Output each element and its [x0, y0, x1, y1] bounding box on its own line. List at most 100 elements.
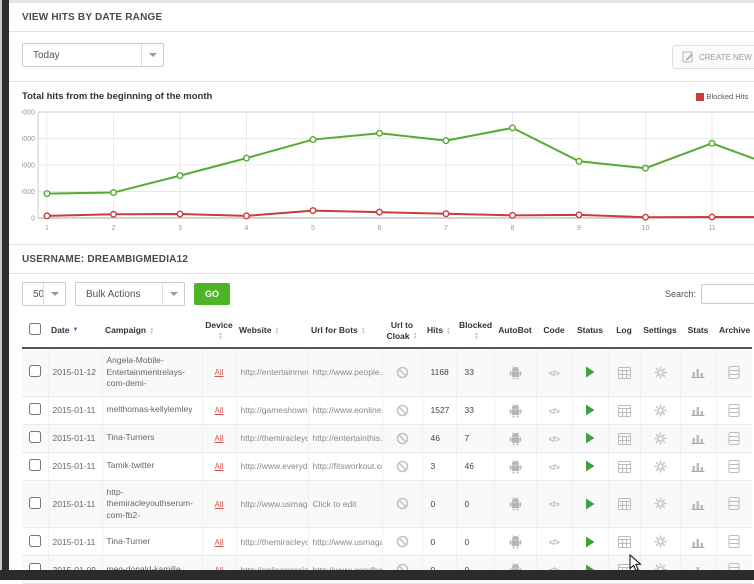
device-link[interactable]: All [215, 406, 224, 415]
cell-stats[interactable] [680, 528, 716, 556]
cell-device[interactable]: All [202, 480, 236, 527]
cell-hits: 46 [422, 424, 456, 452]
cell-autobot[interactable] [494, 528, 536, 556]
cell-archive[interactable] [716, 348, 752, 396]
cell-blocked: 46 [456, 452, 494, 480]
cell-url_to_cloak[interactable] [382, 528, 422, 556]
cell-blocked: 33 [456, 396, 494, 424]
cell-code[interactable]: </> [536, 424, 572, 452]
cell-select[interactable] [22, 396, 48, 424]
cell-autobot[interactable] [494, 452, 536, 480]
table-row: 2015-01-11Tina-TurnerAllhttp://themiracl… [22, 528, 752, 556]
cell-status[interactable] [572, 396, 608, 424]
cell-url_to_cloak[interactable] [382, 396, 422, 424]
search-input[interactable] [701, 284, 754, 304]
cell-device[interactable]: All [202, 348, 236, 396]
cell-status[interactable] [572, 480, 608, 527]
row-checkbox[interactable] [29, 459, 41, 471]
column-label: Campaign [105, 325, 146, 335]
column-header-hits[interactable]: Hits▲▼ [422, 314, 456, 348]
cell-settings[interactable] [640, 528, 680, 556]
cell-settings[interactable] [640, 396, 680, 424]
cell-log[interactable] [608, 348, 640, 396]
cell-archive[interactable] [716, 452, 752, 480]
device-link[interactable]: All [215, 368, 224, 377]
cell-archive[interactable] [716, 528, 752, 556]
column-header-campaign[interactable]: Campaign▲▼ [102, 314, 202, 348]
android-icon [509, 459, 522, 474]
cell-code[interactable]: </> [536, 452, 572, 480]
row-checkbox[interactable] [29, 535, 41, 547]
cell-status[interactable] [572, 424, 608, 452]
cell-log[interactable] [608, 396, 640, 424]
cell-autobot[interactable] [494, 348, 536, 396]
device-link[interactable]: All [215, 462, 224, 471]
date-range-select[interactable]: Today [22, 43, 164, 67]
cell-archive[interactable] [716, 396, 752, 424]
cell-status[interactable] [572, 348, 608, 396]
select-all-checkbox[interactable] [29, 323, 41, 335]
cell-log[interactable] [608, 452, 640, 480]
device-link[interactable]: All [215, 538, 224, 547]
cell-archive[interactable] [716, 424, 752, 452]
date-range-panel-title: VIEW HITS BY DATE RANGE [9, 3, 754, 32]
play-icon [585, 366, 595, 378]
cell-device[interactable]: All [202, 424, 236, 452]
cell-url_to_cloak[interactable] [382, 480, 422, 527]
cell-code[interactable]: </> [536, 348, 572, 396]
cell-code[interactable]: </> [536, 528, 572, 556]
cell-device[interactable]: All [202, 452, 236, 480]
row-checkbox[interactable] [29, 431, 41, 443]
cell-select[interactable] [22, 480, 48, 527]
cell-blocked: 33 [456, 348, 494, 396]
column-header-website[interactable]: Website▲▼ [236, 314, 308, 348]
cell-autobot[interactable] [494, 396, 536, 424]
device-link[interactable]: All [215, 500, 224, 509]
cell-autobot[interactable] [494, 424, 536, 452]
cell-url_to_cloak[interactable] [382, 424, 422, 452]
cell-stats[interactable] [680, 396, 716, 424]
cell-hits: 0 [422, 480, 456, 527]
cell-code[interactable]: </> [536, 480, 572, 527]
cell-stats[interactable] [680, 424, 716, 452]
column-header-url_for_bots[interactable]: Url for Bots▲▼ [308, 314, 382, 348]
cell-settings[interactable] [640, 348, 680, 396]
code-icon: </> [549, 537, 560, 547]
cell-log[interactable] [608, 480, 640, 527]
cell-log[interactable] [608, 528, 640, 556]
cell-select[interactable] [22, 348, 48, 396]
cell-settings[interactable] [640, 424, 680, 452]
cell-log[interactable] [608, 424, 640, 452]
cell-code[interactable]: </> [536, 396, 572, 424]
column-header-url_to_cloak[interactable]: Url to Cloak▲▼ [382, 314, 422, 348]
cell-stats[interactable] [680, 348, 716, 396]
column-header-device[interactable]: Device▲▼ [202, 314, 236, 348]
row-checkbox[interactable] [29, 365, 41, 377]
row-checkbox[interactable] [29, 403, 41, 415]
cell-select[interactable] [22, 452, 48, 480]
cell-status[interactable] [572, 528, 608, 556]
cell-url_to_cloak[interactable] [382, 348, 422, 396]
cell-device[interactable]: All [202, 528, 236, 556]
cell-status[interactable] [572, 452, 608, 480]
cell-url_to_cloak[interactable] [382, 452, 422, 480]
device-link[interactable]: All [215, 434, 224, 443]
create-new-campaign-button[interactable]: CREATE NEW CAMPAIGN [672, 45, 754, 69]
cell-settings[interactable] [640, 480, 680, 527]
column-header-date[interactable]: Date▼ [48, 314, 102, 348]
cell-stats[interactable] [680, 452, 716, 480]
column-header-select[interactable] [22, 314, 48, 348]
cell-stats[interactable] [680, 480, 716, 527]
bulk-actions-select[interactable]: Bulk Actions [75, 282, 185, 306]
cell-autobot[interactable] [494, 480, 536, 527]
cell-settings[interactable] [640, 452, 680, 480]
cell-select[interactable] [22, 528, 48, 556]
page-size-select[interactable]: 50 [22, 282, 66, 306]
column-header-blocked[interactable]: Blocked▲▼ [456, 314, 494, 348]
cell-archive[interactable] [716, 480, 752, 527]
row-checkbox[interactable] [29, 497, 41, 509]
cell-device[interactable]: All [202, 396, 236, 424]
cell-date: 2015-01-11 [48, 396, 102, 424]
cell-select[interactable] [22, 424, 48, 452]
go-button[interactable]: GO [194, 283, 230, 305]
